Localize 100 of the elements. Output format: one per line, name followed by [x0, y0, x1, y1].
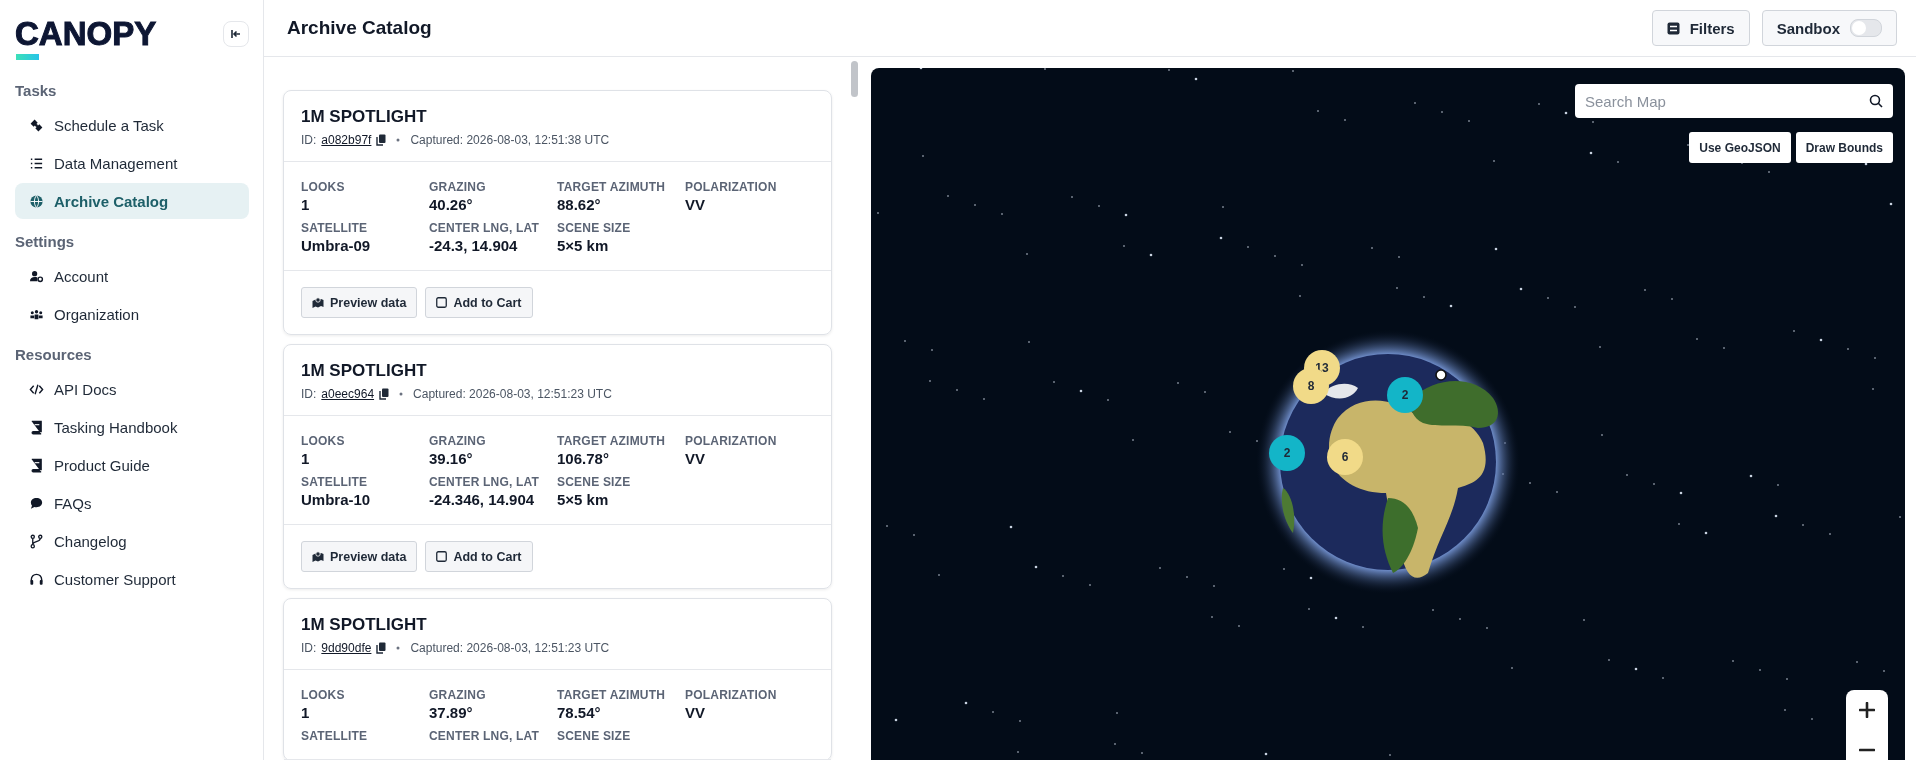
field-value: -24.3, 14.904 — [429, 237, 519, 254]
field-label: POLARIZATION — [685, 180, 778, 194]
draw-bounds-button[interactable]: Draw Bounds — [1795, 132, 1893, 163]
field-value: 37.89° — [429, 704, 474, 721]
field-label: SCENE SIZE — [557, 729, 632, 743]
id-label: ID: — [301, 387, 317, 401]
section-heading: Tasks — [15, 82, 58, 99]
field-label: CENTER LNG, LAT — [429, 729, 541, 743]
field-value: 1 — [301, 450, 311, 467]
sidebar-item[interactable]: Archive Catalog — [15, 183, 249, 219]
sidebar-item[interactable]: FAQs — [15, 485, 249, 521]
field-value: 40.26° — [429, 196, 474, 213]
sidebar-item[interactable]: API Docs — [15, 371, 249, 407]
chat-icon — [29, 495, 44, 511]
copy-icon[interactable] — [379, 388, 390, 400]
field-value: 5×5 km — [557, 491, 610, 508]
field-label: GRAZING — [429, 688, 487, 702]
checkbox-icon — [436, 297, 448, 308]
field-label: SATELLITE — [301, 729, 369, 743]
separator-dot-icon — [396, 138, 401, 142]
id-label: ID: — [301, 641, 317, 655]
collapse-sidebar-button[interactable] — [223, 21, 249, 47]
id-link[interactable]: a0eec964 — [321, 387, 375, 401]
field-label: CENTER LNG, LAT — [429, 475, 541, 489]
page-title: Archive Catalog — [287, 17, 432, 39]
captured-time: Captured: 2026-08-03, 12:51:23 UTC — [413, 387, 612, 401]
separator-dot-icon — [396, 646, 401, 650]
field-label: LOOKS — [301, 180, 346, 194]
field-value: 39.16° — [429, 450, 474, 467]
sidebar-item[interactable]: Data Management — [15, 145, 249, 181]
scrollbar-thumb[interactable] — [851, 61, 858, 97]
field-label: TARGET AZIMUTH — [557, 434, 667, 448]
headset-icon — [29, 571, 44, 587]
field-value: VV — [685, 450, 706, 467]
sidebar-item[interactable]: Product Guide — [15, 447, 249, 483]
map-search-field[interactable]: Search Map — [1575, 84, 1893, 118]
field-value: 78.54° — [557, 704, 602, 721]
captured-time: Captured: 2026-08-03, 12:51:23 UTC — [410, 641, 610, 655]
globe-icon — [29, 193, 44, 209]
field-value: 1 — [301, 704, 311, 721]
add-to-cart-button[interactable]: Add to Cart — [425, 541, 533, 572]
collapse-icon — [230, 28, 242, 40]
field-value: 5×5 km — [557, 237, 610, 254]
sidebar-item[interactable]: Schedule a Task — [15, 107, 249, 143]
field-label: POLARIZATION — [685, 434, 778, 448]
field-label: SCENE SIZE — [557, 475, 632, 489]
copy-icon[interactable] — [376, 642, 387, 654]
field-label: GRAZING — [429, 180, 487, 194]
field-label: CENTER LNG, LAT — [429, 221, 541, 235]
copy-icon[interactable] — [376, 134, 387, 146]
field-value: VV — [685, 704, 706, 721]
field-value: Umbra-09 — [301, 237, 372, 254]
sidebar-item[interactable]: Organization — [15, 296, 249, 332]
field-label: SATELLITE — [301, 475, 369, 489]
sidebar-item[interactable]: Tasking Handbook — [15, 409, 249, 445]
branch-icon — [29, 533, 44, 549]
field-label: SATELLITE — [301, 221, 369, 235]
filter-icon — [1666, 21, 1680, 35]
card-title: 1M SPOTLIGHT — [301, 107, 428, 127]
sidebar-item[interactable]: Customer Support — [15, 561, 249, 597]
checkbox-icon — [436, 551, 448, 562]
list-icon — [29, 155, 44, 171]
field-label: TARGET AZIMUTH — [557, 180, 667, 194]
field-label: LOOKS — [301, 434, 346, 448]
field-label: SCENE SIZE — [557, 221, 632, 235]
field-value: 1 — [301, 196, 311, 213]
separator-dot-icon — [399, 392, 404, 396]
field-value: 106.78° — [557, 450, 610, 467]
map-pin-icon — [312, 551, 324, 562]
user-gear-icon — [29, 268, 44, 284]
sandbox-toggle[interactable]: Sandbox — [1761, 10, 1897, 46]
captured-time: Captured: 2026-08-03, 12:51:38 UTC — [410, 133, 610, 147]
sidebar-item[interactable]: Account — [15, 258, 249, 294]
field-label: TARGET AZIMUTH — [557, 688, 667, 702]
location-marker-icon[interactable] — [1435, 369, 1447, 381]
add-to-cart-button[interactable]: Add to Cart — [425, 287, 533, 318]
field-label: POLARIZATION — [685, 688, 778, 702]
field-label: GRAZING — [429, 434, 487, 448]
section-heading: Resources — [15, 346, 93, 363]
logo: CANOPY — [15, 14, 157, 54]
field-value: -24.346, 14.904 — [429, 491, 536, 508]
search-icon[interactable] — [1869, 94, 1883, 108]
preview-data-button[interactable]: Preview data — [301, 287, 418, 318]
logo-accent — [16, 54, 39, 60]
use-geojson-button[interactable]: Use GeoJSON — [1689, 132, 1791, 163]
card-title: 1M SPOTLIGHT — [301, 361, 428, 381]
id-link[interactable]: a082b97f — [321, 133, 372, 147]
field-label: LOOKS — [301, 688, 346, 702]
id-label: ID: — [301, 133, 317, 147]
sidebar-item[interactable]: Changelog — [15, 523, 249, 559]
filters-button[interactable]: Filters — [1651, 10, 1750, 46]
id-link[interactable]: 9dd90dfe — [321, 641, 372, 655]
minus-icon — [1859, 748, 1875, 752]
preview-data-button[interactable]: Preview data — [301, 541, 418, 572]
section-heading: Settings — [15, 233, 76, 250]
field-value: 88.62° — [557, 196, 602, 213]
field-value: VV — [685, 196, 706, 213]
map-pin-icon — [312, 297, 324, 308]
plus-icon — [1859, 702, 1875, 718]
field-value: Umbra-10 — [301, 491, 372, 508]
